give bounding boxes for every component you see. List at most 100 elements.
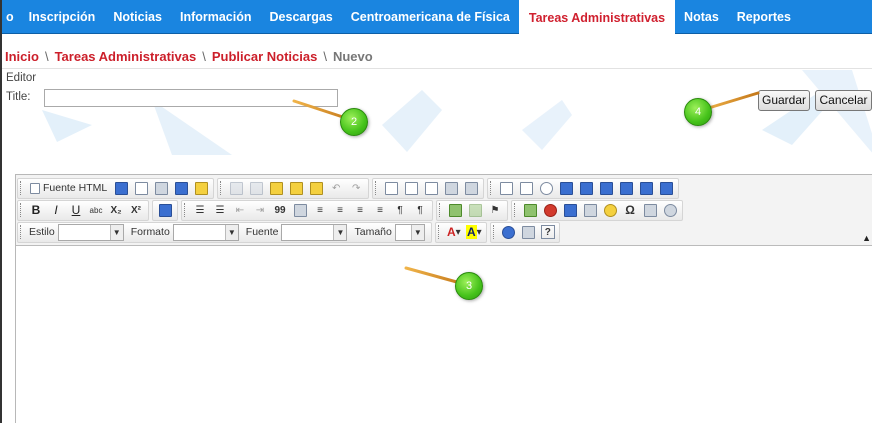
remove-format-glyph [158,203,172,217]
indent-icon[interactable]: ⇥ [252,202,268,218]
breadcrumb-inicio[interactable]: Inicio [5,49,39,64]
save-doc-icon[interactable] [113,180,129,196]
flash-glyph [543,203,557,217]
new-page-glyph [134,181,148,195]
grip-icon [184,203,188,217]
iframe-icon[interactable] [662,202,678,218]
editor-content-area[interactable] [16,246,872,423]
button-field-icon[interactable] [618,180,634,196]
spellcheck-dropdown-glyph [464,181,478,195]
italic-button[interactable]: I [48,202,64,218]
nav-item-notas[interactable]: Notas [675,0,728,34]
nav-item-reportes[interactable]: Reportes [728,0,800,34]
nav-item-inscripcion[interactable]: Inscripción [20,0,105,34]
outdent-icon[interactable]: ⇤ [232,202,248,218]
form-glyph [499,181,513,195]
spellcheck-icon[interactable] [443,180,459,196]
nav-item-partial[interactable]: o [2,0,20,34]
show-blocks-icon[interactable] [521,224,537,240]
maximize-icon[interactable] [501,224,517,240]
print-icon[interactable] [173,180,189,196]
style-select[interactable]: ▼ [57,223,124,241]
image-icon[interactable] [522,202,538,218]
nav-item-centroamericana[interactable]: Centroamericana de Física [342,0,519,34]
nav-item-informacion[interactable]: Información [171,0,261,34]
help-button[interactable]: ? [540,225,555,239]
paste-glyph [269,181,283,195]
source-html-button[interactable]: Fuente HTML [28,180,109,196]
superscript-button[interactable]: X² [128,202,144,218]
nav-item-tareas-administrativas[interactable]: Tareas Administrativas [518,0,676,34]
hidden-field-icon[interactable] [658,180,674,196]
unlink-icon[interactable] [467,202,483,218]
title-input[interactable] [44,89,338,107]
textfield-icon[interactable] [558,180,574,196]
select-field-icon[interactable] [598,180,614,196]
link-icon[interactable] [447,202,463,218]
toolbar-group-tools: ? [489,221,560,243]
bg-color-icon[interactable]: A ▾ [465,224,482,240]
replace-icon[interactable] [403,180,419,196]
redo-icon[interactable]: ↷ [348,180,364,196]
blockquote-button[interactable]: 99 [272,202,288,218]
table-glyph [563,203,577,217]
cancel-button[interactable]: Cancelar [815,90,872,111]
size-select[interactable]: ▼ [394,223,425,241]
anchor-icon[interactable]: ⚑ [487,202,503,218]
image-button-icon[interactable] [638,180,654,196]
remove-format-icon[interactable] [157,202,173,218]
copy-icon[interactable] [248,180,264,196]
save-button[interactable]: Guardar [758,90,810,111]
subscript-button[interactable]: X₂ [108,202,124,218]
grip-icon [437,225,442,239]
breadcrumb-tareas-administrativas[interactable]: Tareas Administrativas [55,49,197,64]
rtl-icon[interactable]: ¶ [412,202,428,218]
radio-icon[interactable] [538,180,554,196]
collapse-toolbar-icon[interactable]: ▲ [862,233,871,243]
source-icon [30,182,40,194]
bulleted-list-icon[interactable]: ☰ [212,202,228,218]
select-all-icon[interactable] [423,180,439,196]
numbered-list-icon[interactable]: ☰ [192,202,208,218]
checkbox-icon[interactable] [518,180,534,196]
find-icon[interactable] [383,180,399,196]
cut-icon[interactable] [228,180,244,196]
nav-item-noticias[interactable]: Noticias [104,0,171,34]
align-justify-icon[interactable]: ≡ [372,202,388,218]
align-center-icon[interactable]: ≡ [332,202,348,218]
toolbar-group-links: ⚑ [436,199,508,221]
align-right-icon[interactable]: ≡ [352,202,368,218]
underline-button[interactable]: U [68,202,84,218]
new-page-icon[interactable] [133,180,149,196]
div-container-icon[interactable] [292,202,308,218]
page-break-icon[interactable] [642,202,658,218]
preview-icon[interactable] [153,180,169,196]
flash-icon[interactable] [542,202,558,218]
paste-text-icon[interactable] [288,180,304,196]
templates-icon[interactable] [193,180,209,196]
text-color-icon[interactable]: A ▾ [446,224,462,240]
ltr-icon[interactable]: ¶ [392,202,408,218]
font-select[interactable]: ▼ [281,223,348,241]
hidden-field-glyph [659,181,673,195]
paste-icon[interactable] [268,180,284,196]
undo-icon[interactable]: ↶ [328,180,344,196]
align-left-icon[interactable]: ≡ [312,202,328,218]
text-color-glyph: A [446,225,456,239]
nav-item-descargas[interactable]: Descargas [261,0,342,34]
form-icon[interactable] [498,180,514,196]
strike-button[interactable]: abc [88,202,104,218]
smiley-icon[interactable] [602,202,618,218]
paste-word-icon[interactable] [308,180,324,196]
table-icon[interactable] [562,202,578,218]
toolbar-row-3: Estilo ▼ Formato ▼ Fuente ▼ Tamaño ▼ A ▾ … [17,221,563,243]
format-select[interactable]: ▼ [172,223,239,241]
special-char-button[interactable]: Ω [622,202,638,218]
textarea-icon[interactable] [578,180,594,196]
breadcrumb-publicar-noticias[interactable]: Publicar Noticias [212,49,317,64]
horizontal-rule-icon[interactable] [582,202,598,218]
grip-icon [492,225,497,239]
underline-label: U [71,203,81,217]
bold-button[interactable]: B [28,202,44,218]
spellcheck-dropdown-icon[interactable] [463,180,479,196]
